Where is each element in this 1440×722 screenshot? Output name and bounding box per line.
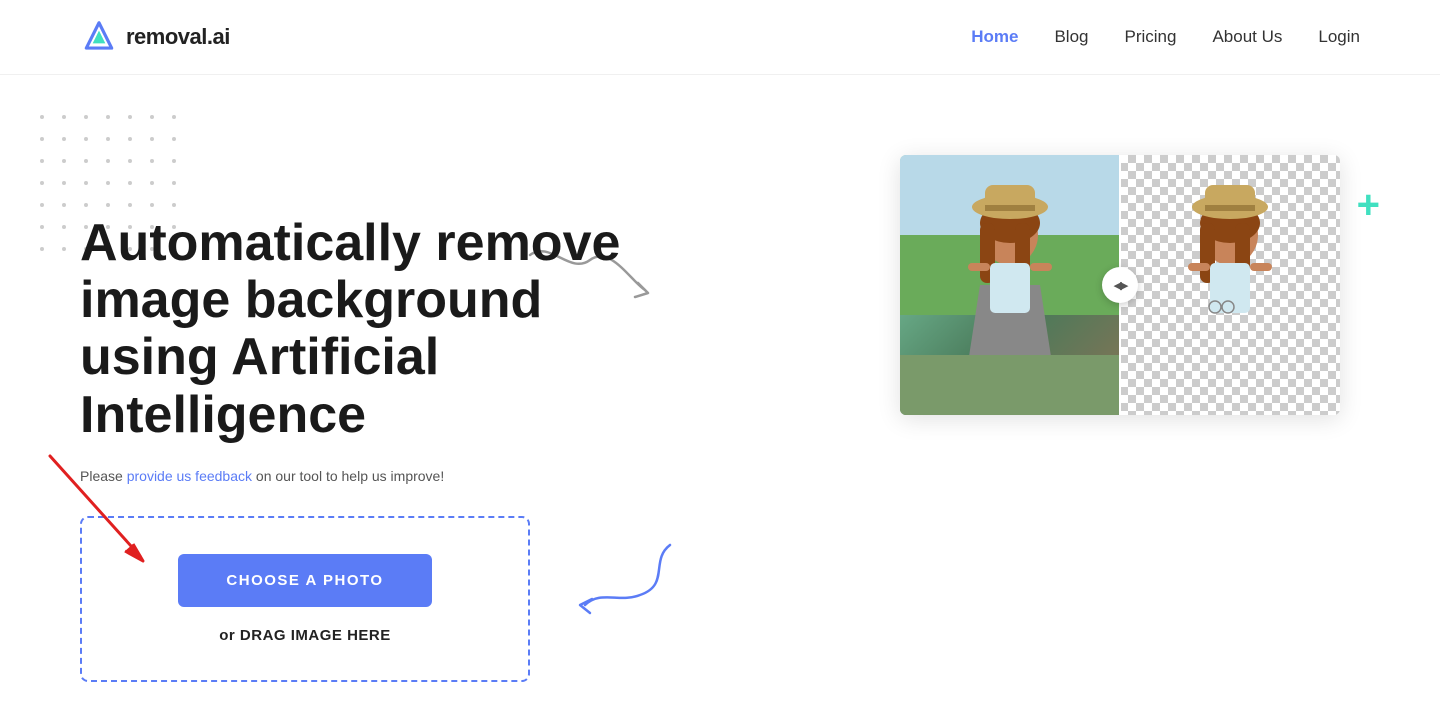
- logo-text: removal.ai: [126, 24, 230, 50]
- logo-link[interactable]: removal.ai: [80, 18, 230, 56]
- demo-original-side: [900, 155, 1120, 415]
- handle-arrows: ◀▶: [1114, 279, 1127, 292]
- nav-blog[interactable]: Blog: [1054, 27, 1088, 47]
- demo-removed-side: [1120, 155, 1340, 415]
- left-column: Automatically remove image background us…: [80, 135, 640, 682]
- main-nav: Home Blog Pricing About Us Login: [971, 27, 1360, 47]
- hero-title: Automatically remove image background us…: [80, 215, 640, 444]
- drag-text: or DRAG IMAGE HERE: [219, 627, 391, 644]
- nav-home[interactable]: Home: [971, 27, 1018, 47]
- feedback-text: Please provide us feedback on our tool t…: [80, 468, 640, 484]
- comparison-handle[interactable]: ◀▶: [1102, 267, 1138, 303]
- upload-dropzone[interactable]: CHOOSE A PHOTO or DRAG IMAGE HERE: [80, 516, 530, 682]
- logo-icon: [80, 18, 118, 56]
- nav-login[interactable]: Login: [1318, 27, 1360, 47]
- nav-about[interactable]: About Us: [1212, 27, 1282, 47]
- right-column: +: [900, 155, 1360, 415]
- nav-pricing[interactable]: Pricing: [1124, 27, 1176, 47]
- choose-photo-button[interactable]: CHOOSE A PHOTO: [178, 554, 431, 607]
- feedback-prefix: Please: [80, 468, 127, 484]
- main-content: Automatically remove image background us…: [0, 75, 1440, 722]
- comparison-divider: ◀▶: [1119, 155, 1121, 415]
- demo-image-comparison: ◀▶: [900, 155, 1340, 415]
- feedback-suffix: on our tool to help us improve!: [252, 468, 444, 484]
- header: removal.ai Home Blog Pricing About Us Lo…: [0, 0, 1440, 75]
- plus-decoration: +: [1357, 185, 1380, 225]
- feedback-link[interactable]: provide us feedback: [127, 468, 252, 484]
